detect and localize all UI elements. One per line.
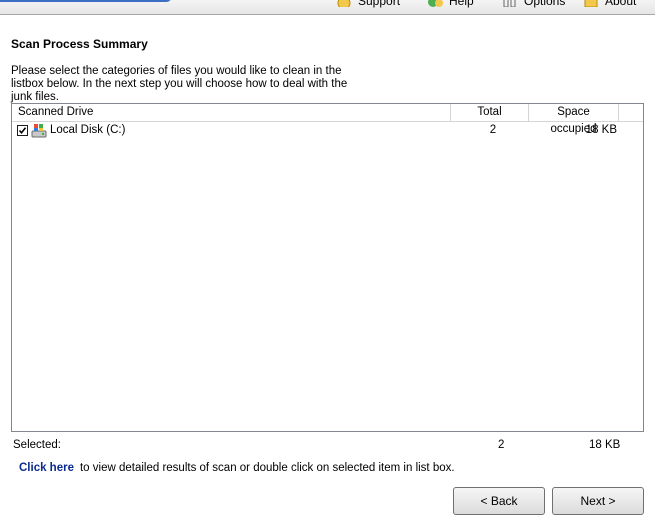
- drive-name: Local Disk (C:): [50, 124, 126, 136]
- selected-label: Selected:: [13, 439, 61, 451]
- click-here-link[interactable]: Click here: [19, 462, 74, 474]
- toolbar-options-label: Options: [524, 0, 566, 8]
- column-header-total[interactable]: Total: [451, 104, 529, 121]
- drive-checkbox[interactable]: [17, 125, 28, 136]
- page-description: Please select the categories of files yo…: [11, 65, 348, 103]
- page-title: Scan Process Summary: [11, 37, 148, 51]
- drive-total: 2: [489, 124, 497, 136]
- options-icon: [503, 0, 516, 7]
- drive-icon: [31, 124, 47, 138]
- column-header-scanned-drive[interactable]: Scanned Drive: [12, 104, 451, 121]
- table-row[interactable]: Local Disk (C:) 2 18 KB: [12, 122, 643, 140]
- column-header-filler: [619, 104, 645, 121]
- checkmark-icon: [18, 127, 27, 135]
- details-hint: Click here to view detailed results of sc…: [19, 462, 455, 474]
- active-tab-edge: [0, 0, 172, 2]
- listview-header: Scanned Drive Total Space occupied: [12, 104, 645, 135]
- toolbar-options[interactable]: Options: [502, 0, 565, 8]
- toolbar-help[interactable]: Help: [427, 0, 474, 8]
- selected-total: 2: [498, 439, 505, 451]
- selected-space: 18 KB: [589, 439, 621, 451]
- drive-space-occupied: 18 KB: [585, 124, 617, 136]
- next-button[interactable]: Next >: [552, 487, 644, 515]
- top-toolbar: Support Help Options About: [0, 0, 655, 15]
- hint-text: to view detailed results of scan or doub…: [79, 462, 455, 474]
- scanned-drives-listview[interactable]: Scanned Drive Total Space occupied Local…: [11, 103, 644, 432]
- toolbar-support[interactable]: Support: [336, 0, 400, 8]
- about-icon: [584, 0, 598, 7]
- toolbar-support-label: Support: [358, 0, 401, 8]
- toolbar-about-label: About: [605, 0, 637, 8]
- toolbar-help-label: Help: [449, 0, 474, 8]
- help-icon: [428, 0, 443, 7]
- back-button[interactable]: < Back: [453, 487, 545, 515]
- support-icon: [337, 0, 351, 7]
- toolbar-about[interactable]: About: [583, 0, 636, 8]
- column-header-space-occupied[interactable]: Space occupied: [529, 104, 619, 135]
